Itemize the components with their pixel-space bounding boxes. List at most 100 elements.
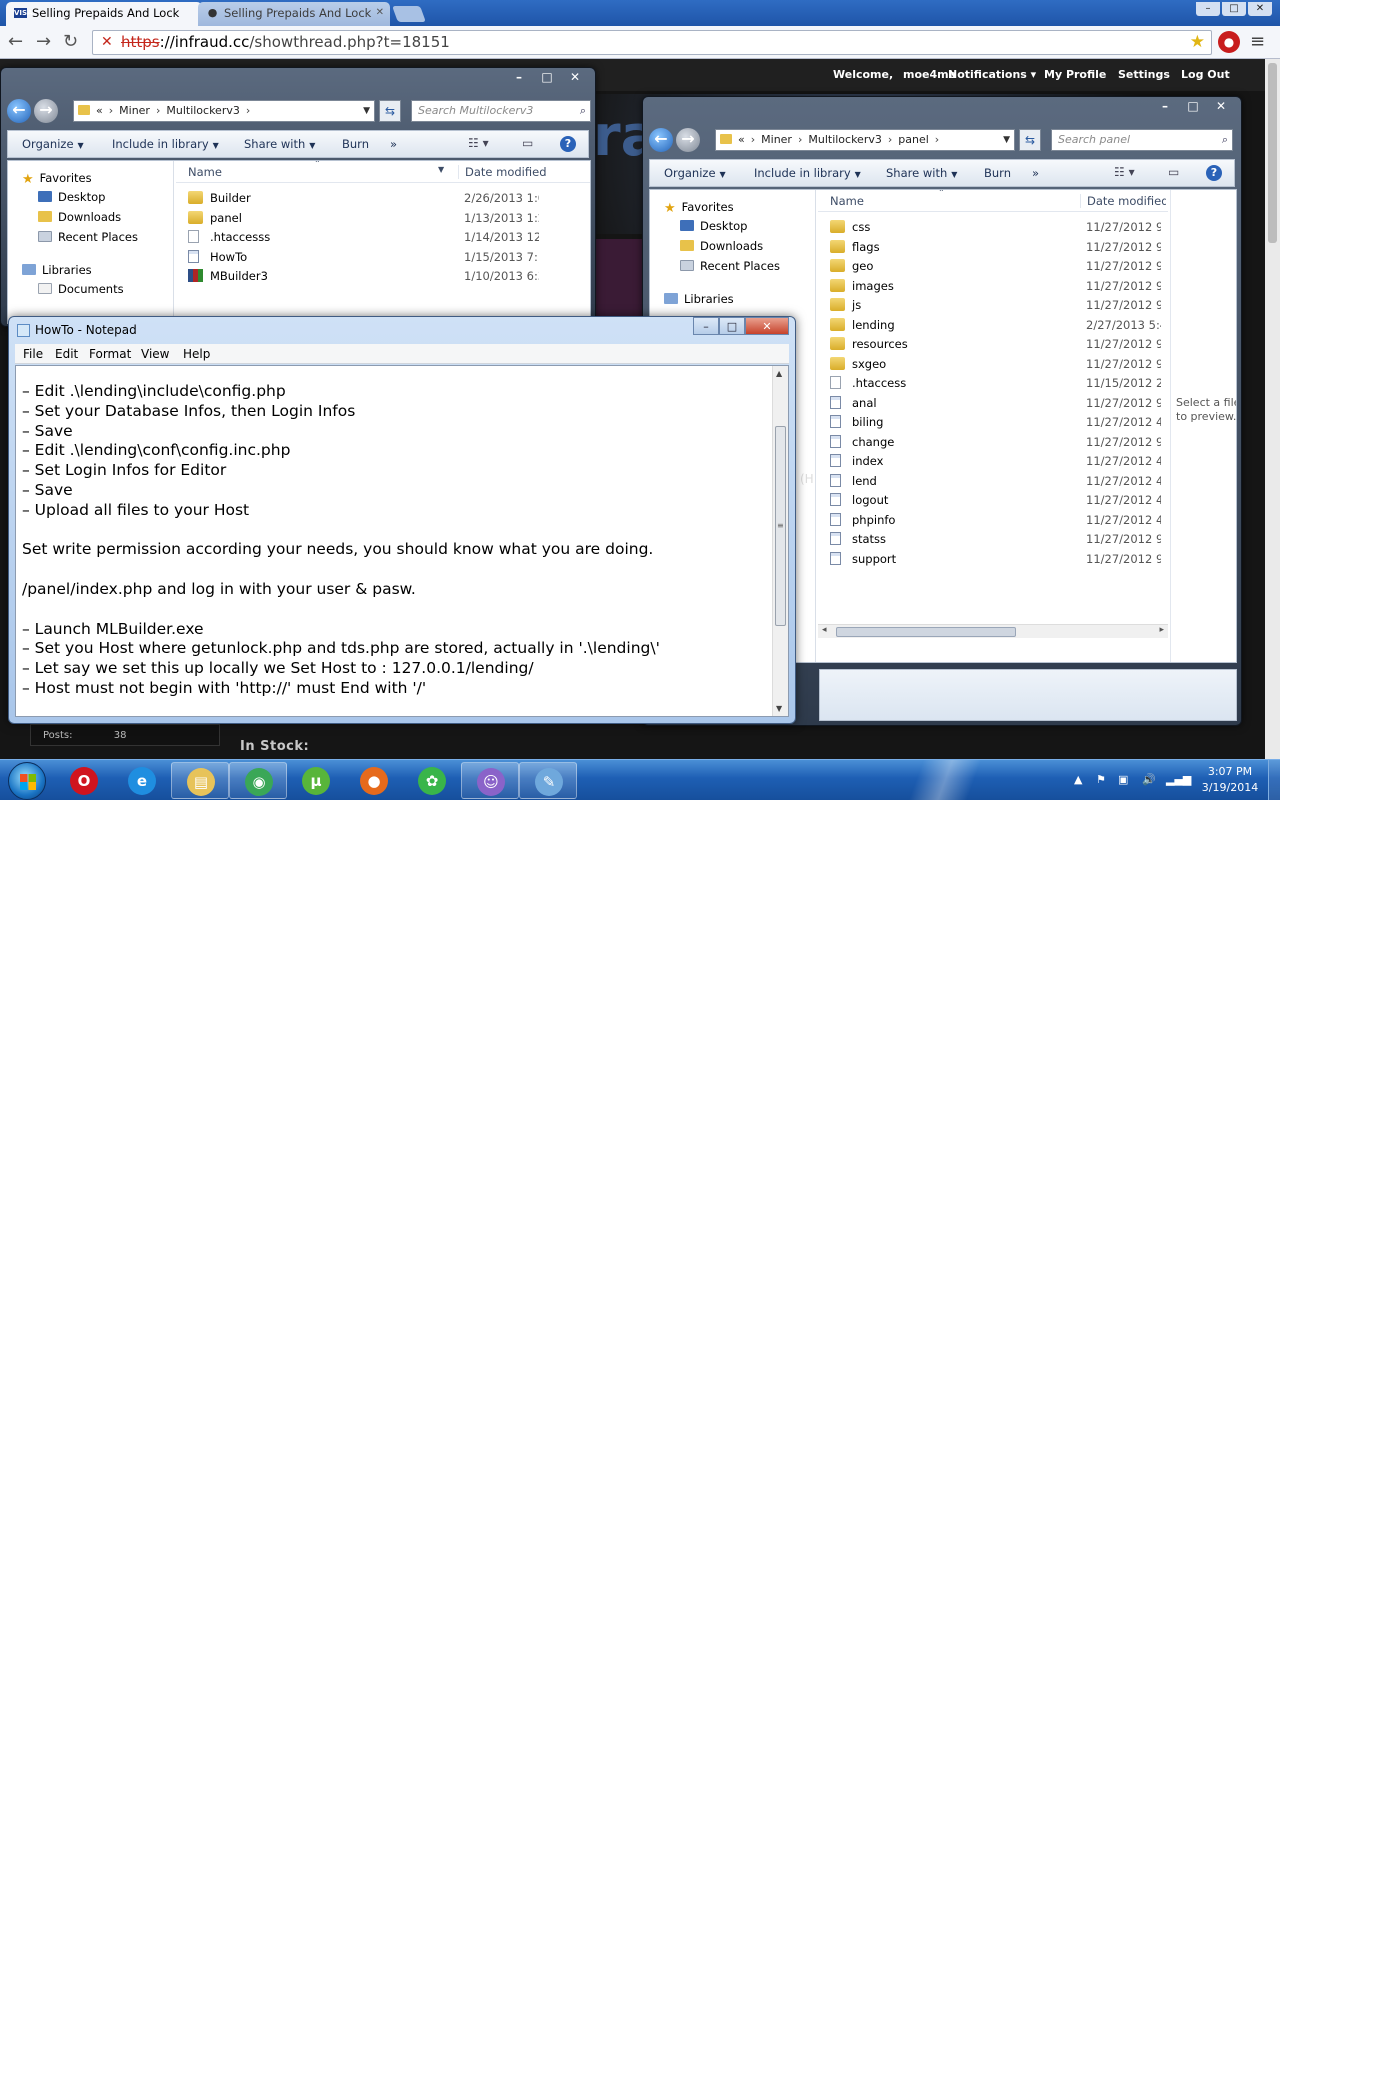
column-dropdown-icon[interactable]: ▼: [438, 165, 444, 174]
back-arrow-icon[interactable]: ←: [8, 32, 23, 52]
organize-button[interactable]: Organize ▼: [22, 137, 84, 151]
menu-file[interactable]: File: [23, 347, 43, 361]
logout-link[interactable]: Log Out: [1181, 68, 1230, 81]
date-column-header[interactable]: Date modified: [458, 165, 588, 179]
horizontal-scrollbar[interactable]: ◂ ▸: [818, 624, 1168, 638]
refresh-icon[interactable]: ⇆: [379, 100, 401, 122]
file-row[interactable]: css 11/27/2012 9:: [818, 218, 1171, 237]
menu-edit[interactable]: Edit: [55, 347, 78, 361]
minimize-button[interactable]: –: [505, 68, 533, 86]
name-column-header[interactable]: Name: [830, 194, 864, 208]
minimize-button[interactable]: –: [1196, 2, 1220, 16]
nav-recent-places[interactable]: Recent Places: [38, 230, 138, 244]
my-profile-link[interactable]: My Profile: [1044, 68, 1106, 81]
menu-format[interactable]: Format: [89, 347, 131, 361]
view-options-icon[interactable]: ☷ ▾: [1114, 165, 1135, 179]
explorer-path-bar[interactable]: «› Miner › Multilockerv3 › ▼: [73, 100, 375, 122]
close-window-button[interactable]: ✕: [1248, 2, 1272, 16]
browser-tab-2[interactable]: ● Selling Prepaids And Lock ✕: [198, 2, 390, 26]
file-row[interactable]: .htaccess 11/15/2012 2:: [818, 374, 1171, 393]
file-row[interactable]: lending 2/27/2013 5:4: [818, 316, 1171, 335]
nav-favorites[interactable]: ★ Favorites: [664, 200, 734, 216]
explorer-search-input[interactable]: Search Multilockerv3 ⌕: [411, 100, 591, 122]
file-row[interactable]: panel 1/13/2013 1:2: [176, 209, 549, 228]
show-desktop-button[interactable]: [1268, 760, 1280, 800]
scroll-up-icon[interactable]: ▲: [776, 369, 782, 378]
path-overflow[interactable]: «: [738, 133, 745, 146]
minimize-button[interactable]: –: [1151, 97, 1179, 115]
file-row[interactable]: biling 11/27/2012 4:: [818, 413, 1171, 432]
file-row[interactable]: .htaccesss 1/14/2013 12:: [176, 228, 549, 247]
taskbar-icq-button[interactable]: ✿: [403, 762, 461, 799]
file-row[interactable]: logout 11/27/2012 4:: [818, 491, 1171, 510]
nav-downloads[interactable]: Downloads: [680, 239, 763, 253]
nav-libraries[interactable]: Libraries: [22, 263, 92, 277]
share-with-button[interactable]: Share with ▼: [244, 137, 315, 151]
file-row[interactable]: MBuilder3 1/10/2013 6:3: [176, 267, 549, 286]
menu-hamburger-icon[interactable]: ≡: [1250, 31, 1265, 52]
burn-button[interactable]: Burn: [342, 137, 369, 151]
file-row[interactable]: geo 11/27/2012 9:: [818, 257, 1171, 276]
date-column-header[interactable]: Date modified: [1080, 194, 1166, 208]
refresh-icon[interactable]: ⇆: [1019, 129, 1041, 151]
scroll-right-icon[interactable]: ▸: [1159, 625, 1164, 635]
more-commands-button[interactable]: »: [390, 137, 397, 151]
taskbar-utorrent-button[interactable]: µ: [287, 762, 345, 799]
forward-icon[interactable]: →: [34, 99, 58, 123]
nav-recent-places[interactable]: Recent Places: [680, 259, 780, 273]
path-segment-multilockerv3[interactable]: Multilockerv3: [808, 133, 882, 146]
browser-scroll-thumb[interactable]: [1268, 63, 1277, 243]
notepad-text-area[interactable]: – Edit .\lending\include\config.php – Set…: [15, 365, 789, 717]
vertical-scrollbar[interactable]: ▲ ≡ ▼: [772, 366, 788, 716]
file-row[interactable]: support 11/27/2012 9:: [818, 550, 1171, 569]
chevron-down-icon[interactable]: ▼: [1003, 130, 1010, 150]
address-bar[interactable]: ✕ https://infraud.cc/showthread.php?t=18…: [92, 30, 1212, 55]
taskbar-firefox-button[interactable]: ●: [345, 762, 403, 799]
browser-scrollbar[interactable]: [1265, 59, 1280, 759]
path-segment-panel[interactable]: panel: [898, 133, 929, 146]
help-icon[interactable]: ?: [560, 136, 576, 152]
notifications-link[interactable]: Notifications ▾: [948, 68, 1036, 81]
file-row[interactable]: anal 11/27/2012 9:: [818, 394, 1171, 413]
file-row[interactable]: change 11/27/2012 9:: [818, 433, 1171, 452]
settings-link[interactable]: Settings: [1118, 68, 1170, 81]
close-button[interactable]: ✕: [561, 68, 589, 86]
start-button[interactable]: [8, 762, 46, 800]
horizontal-scroll-thumb[interactable]: [836, 627, 1016, 637]
file-row[interactable]: sxgeo 11/27/2012 9:: [818, 355, 1171, 374]
taskbar-opera-button[interactable]: O: [55, 762, 113, 799]
path-segment-multilockerv3[interactable]: Multilockerv3: [166, 104, 240, 117]
taskbar-chrome-button[interactable]: ◉: [229, 762, 287, 799]
file-row[interactable]: HowTo 1/15/2013 7:1: [176, 248, 549, 267]
file-row[interactable]: images 11/27/2012 9:: [818, 277, 1171, 296]
file-row[interactable]: lend 11/27/2012 4:: [818, 472, 1171, 491]
path-overflow[interactable]: «: [96, 104, 103, 117]
forward-arrow-icon[interactable]: →: [36, 32, 51, 52]
path-segment-miner[interactable]: Miner: [119, 104, 150, 117]
taskbar-messenger-button[interactable]: ☺: [461, 762, 519, 799]
preview-pane-icon[interactable]: ▭: [1168, 165, 1179, 179]
nav-desktop[interactable]: Desktop: [38, 190, 105, 204]
file-row[interactable]: statss 11/27/2012 9:: [818, 530, 1171, 549]
nav-favorites[interactable]: ★ Favorites: [22, 171, 92, 187]
close-button[interactable]: ✕: [1207, 97, 1235, 115]
action-center-flag-icon[interactable]: ⚑: [1096, 773, 1106, 786]
nav-downloads[interactable]: Downloads: [38, 210, 121, 224]
include-in-library-button[interactable]: Include in library ▼: [754, 166, 861, 180]
back-icon[interactable]: ←: [7, 99, 31, 123]
burn-button[interactable]: Burn: [984, 166, 1011, 180]
volume-icon[interactable]: 🔊: [1142, 773, 1156, 786]
menu-help[interactable]: Help: [183, 347, 210, 361]
file-row[interactable]: js 11/27/2012 9:: [818, 296, 1171, 315]
file-row[interactable]: resources 11/27/2012 9:: [818, 335, 1171, 354]
system-clock[interactable]: 3:07 PM 3/19/2014: [1195, 764, 1265, 796]
bookmark-star-icon[interactable]: ★: [1190, 31, 1205, 53]
file-row[interactable]: phpinfo 11/27/2012 4:: [818, 511, 1171, 530]
new-tab-button[interactable]: [392, 6, 426, 22]
scroll-left-icon[interactable]: ◂: [822, 625, 827, 635]
name-column-header[interactable]: Name: [188, 165, 222, 179]
view-options-icon[interactable]: ☷ ▾: [468, 136, 489, 150]
power-icon[interactable]: ▣: [1118, 773, 1128, 786]
path-segment-miner[interactable]: Miner: [761, 133, 792, 146]
explorer-search-input[interactable]: Search panel ⌕: [1051, 129, 1233, 151]
